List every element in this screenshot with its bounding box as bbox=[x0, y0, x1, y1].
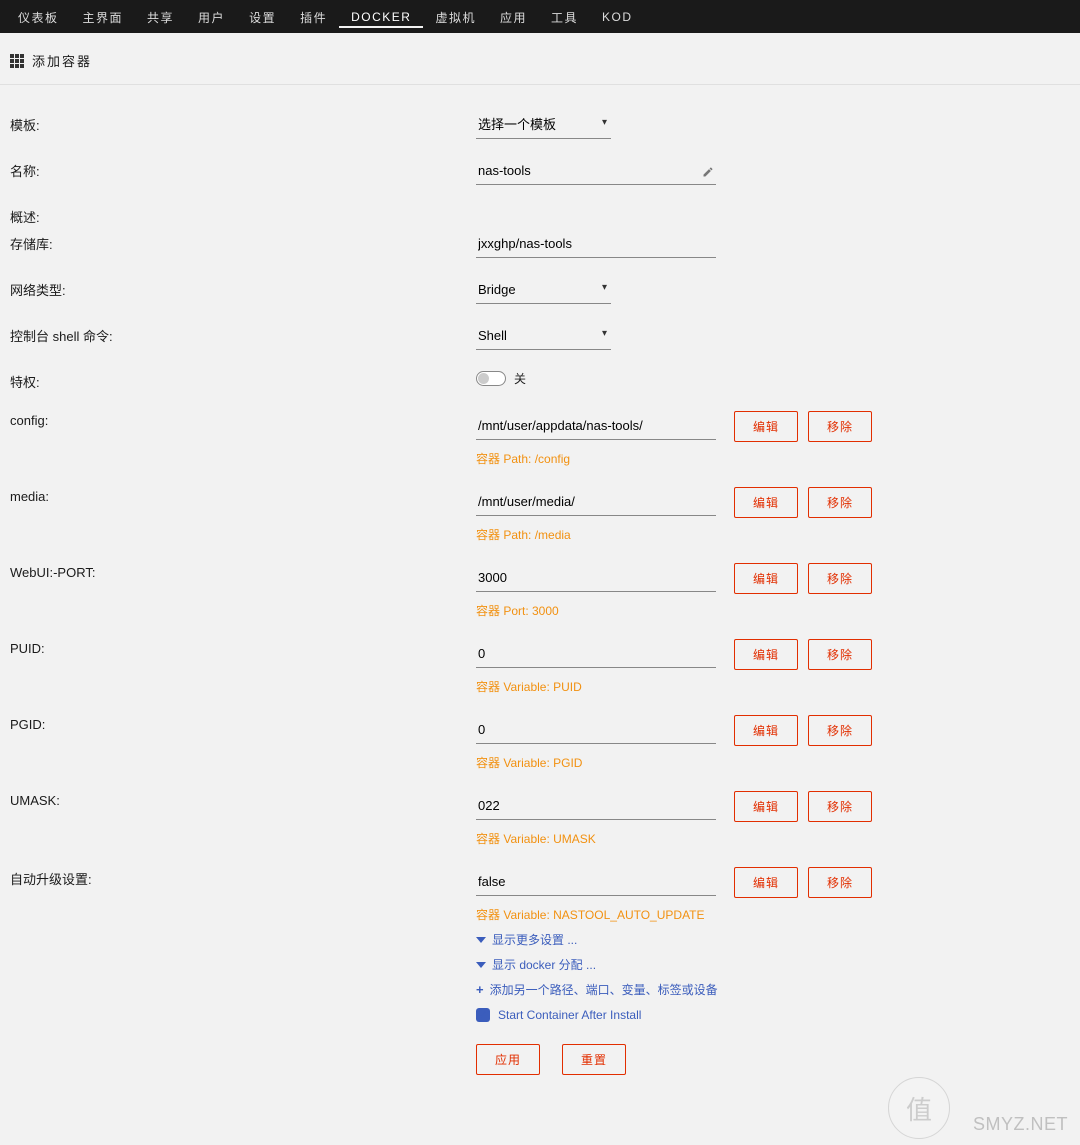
label-overview: 概述: bbox=[10, 205, 476, 226]
label-auto-upgrade: 自动升级设置: bbox=[10, 867, 476, 888]
umask-remove-button[interactable]: 移除 bbox=[808, 791, 872, 822]
umask-input[interactable] bbox=[476, 794, 716, 820]
auto-upgrade-input[interactable] bbox=[476, 870, 716, 896]
puid-edit-button[interactable]: 编辑 bbox=[734, 639, 798, 670]
config-edit-button[interactable]: 编辑 bbox=[734, 411, 798, 442]
template-select[interactable]: 选择一个模板 bbox=[476, 113, 611, 139]
auto-remove-button[interactable]: 移除 bbox=[808, 867, 872, 898]
nav-docker[interactable]: DOCKER bbox=[339, 5, 423, 28]
checkbox-checked-icon[interactable]: ✓ bbox=[476, 1008, 490, 1022]
auto-subtext: 容器 Variable: NASTOOL_AUTO_UPDATE bbox=[476, 906, 1070, 923]
nav-main[interactable]: 主界面 bbox=[71, 4, 136, 30]
nav-tools[interactable]: 工具 bbox=[539, 4, 590, 30]
nav-users[interactable]: 用户 bbox=[186, 4, 237, 30]
label-puid: PUID: bbox=[10, 639, 476, 656]
label-webui: WebUI:-PORT: bbox=[10, 563, 476, 580]
nav-vms[interactable]: 虚拟机 bbox=[423, 4, 488, 30]
umask-edit-button[interactable]: 编辑 bbox=[734, 791, 798, 822]
start-after-install-row[interactable]: ✓ Start Container After Install bbox=[476, 1008, 1070, 1022]
label-media: media: bbox=[10, 487, 476, 504]
label-privileged: 特权: bbox=[10, 370, 476, 391]
webui-edit-button[interactable]: 编辑 bbox=[734, 563, 798, 594]
label-umask: UMASK: bbox=[10, 791, 476, 808]
name-input[interactable] bbox=[476, 159, 702, 184]
pgid-input[interactable] bbox=[476, 718, 716, 744]
privileged-toggle[interactable] bbox=[476, 371, 506, 386]
page-header: 添加容器 bbox=[0, 33, 1080, 85]
reset-button[interactable]: 重置 bbox=[562, 1044, 626, 1075]
nav-plugins[interactable]: 插件 bbox=[288, 4, 339, 30]
config-subtext: 容器 Path: /config bbox=[476, 450, 1070, 467]
label-template: 模板: bbox=[10, 113, 476, 134]
webui-remove-button[interactable]: 移除 bbox=[808, 563, 872, 594]
media-subtext: 容器 Path: /media bbox=[476, 526, 1070, 543]
pencil-icon bbox=[702, 166, 714, 178]
page-title: 添加容器 bbox=[32, 51, 92, 70]
auto-edit-button[interactable]: 编辑 bbox=[734, 867, 798, 898]
apply-button[interactable]: 应用 bbox=[476, 1044, 540, 1075]
label-console: 控制台 shell 命令: bbox=[10, 324, 476, 345]
puid-input[interactable] bbox=[476, 642, 716, 668]
media-edit-button[interactable]: 编辑 bbox=[734, 487, 798, 518]
nav-apps[interactable]: 应用 bbox=[488, 4, 539, 30]
label-config: config: bbox=[10, 411, 476, 428]
pgid-edit-button[interactable]: 编辑 bbox=[734, 715, 798, 746]
privileged-state: 关 bbox=[514, 370, 526, 387]
webui-subtext: 容器 Port: 3000 bbox=[476, 602, 1070, 619]
webui-input[interactable] bbox=[476, 566, 716, 592]
puid-subtext: 容器 Variable: PUID bbox=[476, 678, 1070, 695]
chevron-down-icon bbox=[476, 962, 486, 968]
repository-input[interactable] bbox=[476, 232, 716, 258]
label-pgid: PGID: bbox=[10, 715, 476, 732]
nav-settings[interactable]: 设置 bbox=[237, 4, 288, 30]
pgid-remove-button[interactable]: 移除 bbox=[808, 715, 872, 746]
puid-remove-button[interactable]: 移除 bbox=[808, 639, 872, 670]
pgid-subtext: 容器 Variable: PGID bbox=[476, 754, 1070, 771]
plus-icon: + bbox=[476, 982, 484, 997]
chevron-down-icon bbox=[476, 937, 486, 943]
config-input[interactable] bbox=[476, 414, 716, 440]
network-select[interactable]: Bridge bbox=[476, 278, 611, 304]
top-nav: 仪表板 主界面 共享 用户 设置 插件 DOCKER 虚拟机 应用 工具 KOD bbox=[0, 0, 1080, 33]
umask-subtext: 容器 Variable: UMASK bbox=[476, 830, 1070, 847]
grid-icon bbox=[10, 54, 24, 68]
label-network: 网络类型: bbox=[10, 278, 476, 299]
label-name: 名称: bbox=[10, 159, 476, 180]
nav-shares[interactable]: 共享 bbox=[135, 4, 186, 30]
console-select[interactable]: Shell bbox=[476, 324, 611, 350]
nav-kod[interactable]: KOD bbox=[590, 5, 645, 28]
show-alloc-link[interactable]: 显示 docker 分配 ... bbox=[476, 956, 1070, 973]
config-remove-button[interactable]: 移除 bbox=[808, 411, 872, 442]
nav-dashboard[interactable]: 仪表板 bbox=[6, 4, 71, 30]
media-input[interactable] bbox=[476, 490, 716, 516]
label-repository: 存储库: bbox=[10, 232, 476, 253]
media-remove-button[interactable]: 移除 bbox=[808, 487, 872, 518]
show-more-link[interactable]: 显示更多设置 ... bbox=[476, 931, 1070, 948]
add-another-link[interactable]: + 添加另一个路径、端口、变量、标签或设备 bbox=[476, 981, 1070, 998]
